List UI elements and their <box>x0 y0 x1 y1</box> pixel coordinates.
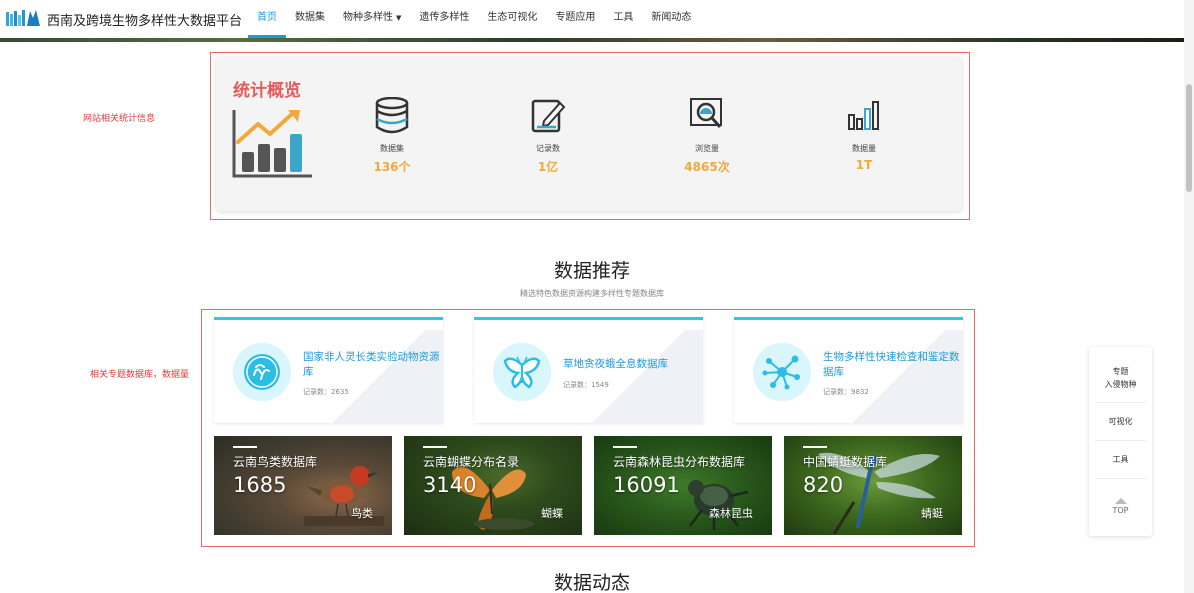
menu-item-datasets[interactable]: 数据集 <box>286 0 334 38</box>
monitor-search-icon <box>690 98 722 128</box>
db-count: 记录数：1549 <box>563 381 609 389</box>
menu-item-home[interactable]: 首页 <box>248 0 286 38</box>
growth-chart-icon <box>232 110 312 178</box>
banner-strip <box>0 38 1184 42</box>
stat-views: 浏览量 4865次 <box>662 97 752 175</box>
site-title[interactable]: 西南及跨境生物多样性大数据平台 <box>47 10 242 29</box>
image-card-name: 中国蜻蜓数据库 <box>803 455 888 469</box>
db-card-rapid-id[interactable]: 生物多样性快速检查和鉴定数据库 记录数：9832 <box>734 317 963 423</box>
menu-label: 数据集 <box>295 12 325 23</box>
stat-label: 记录数 <box>536 144 560 153</box>
menu-item-eco-visualization[interactable]: 生态可视化 <box>478 0 546 38</box>
stats-title: 统计概览 <box>233 81 301 101</box>
edit-icon <box>531 99 566 133</box>
side-divider <box>1095 402 1146 403</box>
stat-value: 136个 <box>373 160 411 174</box>
news-section-title: 数据动态 <box>553 572 630 593</box>
title-underline <box>423 446 447 448</box>
stat-label: 数据集 <box>380 144 404 153</box>
side-item-invasive-species[interactable]: 专题 入侵物种 <box>1089 365 1152 391</box>
db-count: 记录数：9832 <box>823 388 869 396</box>
stat-label: 数据量 <box>852 144 876 153</box>
image-card-category: 森林昆虫 <box>709 507 753 520</box>
menu-label: 新闻动态 <box>651 12 692 23</box>
menu-label: 专题应用 <box>555 12 596 23</box>
db-card-armyworm[interactable]: 草地贪夜蛾全息数据库 记录数：1549 <box>474 317 703 423</box>
moth-icon <box>493 343 551 401</box>
image-card-name: 云南蝴蝶分布名录 <box>423 455 520 469</box>
image-card-butterflies[interactable]: 云南蝴蝶分布名录 3140 蝴蝶 <box>404 436 582 535</box>
stats-overview-card: 统计概览 数据集 136个 记录数 1亿 浏览量 4865次 数据量 1T <box>216 57 962 211</box>
database-icon <box>375 97 409 134</box>
menu-label: 遗传多样性 <box>419 12 470 23</box>
db-card-primate[interactable]: 国家非人灵长类实验动物资源库 记录数：2635 <box>214 317 443 423</box>
image-card-count: 3140 <box>423 473 477 497</box>
annotation-db: 相关专题数据库，数据量 <box>90 370 190 380</box>
beetle-illustration <box>688 480 749 530</box>
menu-label: 首页 <box>257 12 277 23</box>
title-underline <box>803 446 827 448</box>
stat-datasets: 数据集 136个 <box>347 97 437 175</box>
top-navbar: 西南及跨境生物多样性大数据平台 首页 数据集 物种多样性 ▼ 遗传多样性 生态可视… <box>0 0 1184 38</box>
cells-icon <box>233 343 291 401</box>
stat-volume: 数据量 1T <box>819 97 909 172</box>
image-card-count: 16091 <box>613 473 680 497</box>
db-name[interactable]: 生物多样性快速检查和鉴定数据库 <box>823 350 961 380</box>
side-item-tools[interactable]: 工具 <box>1089 453 1152 466</box>
main-menu: 首页 数据集 物种多样性 ▼ 遗传多样性 生态可视化 专题应用 工具 新闻动态 <box>248 0 700 38</box>
side-divider <box>1095 440 1146 441</box>
stat-value: 1T <box>855 158 873 172</box>
image-card-category: 蜻蜓 <box>921 507 943 520</box>
title-underline <box>233 446 257 448</box>
menu-item-species-diversity[interactable]: 物种多样性 ▼ <box>334 0 410 38</box>
image-card-name: 云南鸟类数据库 <box>233 455 318 469</box>
stat-value: 4865次 <box>684 160 730 174</box>
stat-value: 1亿 <box>537 160 559 174</box>
page: 西南及跨境生物多样性大数据平台 首页 数据集 物种多样性 ▼ 遗传多样性 生态可视… <box>0 0 1194 593</box>
network-icon <box>753 343 811 401</box>
menu-item-tools[interactable]: 工具 <box>604 0 642 38</box>
menu-item-genetic-diversity[interactable]: 遗传多样性 <box>410 0 478 38</box>
image-card-birds[interactable]: 云南鸟类数据库 1685 鸟类 <box>214 436 392 535</box>
floating-side-menu: 专题 入侵物种 可视化 工具 TOP <box>1089 347 1152 536</box>
card-bg-shape <box>593 330 703 423</box>
image-card-name: 云南森林昆虫分布数据库 <box>613 455 746 469</box>
scrollbar-thumb[interactable] <box>1186 84 1192 192</box>
menu-label: 工具 <box>613 12 634 23</box>
bar-chart-icon <box>848 101 879 130</box>
image-card-forest-insects[interactable]: 云南森林昆虫分布数据库 16091 森林昆虫 <box>594 436 772 535</box>
stat-records: 记录数 1亿 <box>503 97 593 175</box>
annotation-stats: 网站相关统计信息 <box>83 114 156 124</box>
platform-logo-icon[interactable] <box>6 8 42 30</box>
image-card-count: 820 <box>803 473 844 497</box>
db-count: 记录数：2635 <box>303 388 349 396</box>
title-underline <box>613 446 637 448</box>
image-card-count: 1685 <box>233 473 287 497</box>
menu-item-topic-apps[interactable]: 专题应用 <box>546 0 604 38</box>
back-to-top-button[interactable]: TOP <box>1089 504 1152 517</box>
db-name[interactable]: 国家非人灵长类实验动物资源库 <box>303 350 441 380</box>
caret-down-icon: ▼ <box>396 14 402 22</box>
stat-label: 浏览量 <box>695 144 719 153</box>
recommend-subtitle: 精选特色数据资源构建多样性专题数据库 <box>520 289 664 298</box>
menu-label: 物种多样性 <box>343 12 393 23</box>
recommend-title: 数据推荐 <box>553 260 630 282</box>
side-divider <box>1095 478 1146 479</box>
menu-label: 生态可视化 <box>487 12 538 23</box>
side-item-visualization[interactable]: 可视化 <box>1089 415 1152 428</box>
image-card-category: 鸟类 <box>351 507 373 520</box>
image-card-category: 蝴蝶 <box>541 507 563 520</box>
image-card-dragonflies[interactable]: 中国蜻蜓数据库 820 蜻蜓 <box>784 436 962 535</box>
db-name[interactable]: 草地贪夜蛾全息数据库 <box>563 357 701 372</box>
menu-item-news[interactable]: 新闻动态 <box>642 0 700 38</box>
